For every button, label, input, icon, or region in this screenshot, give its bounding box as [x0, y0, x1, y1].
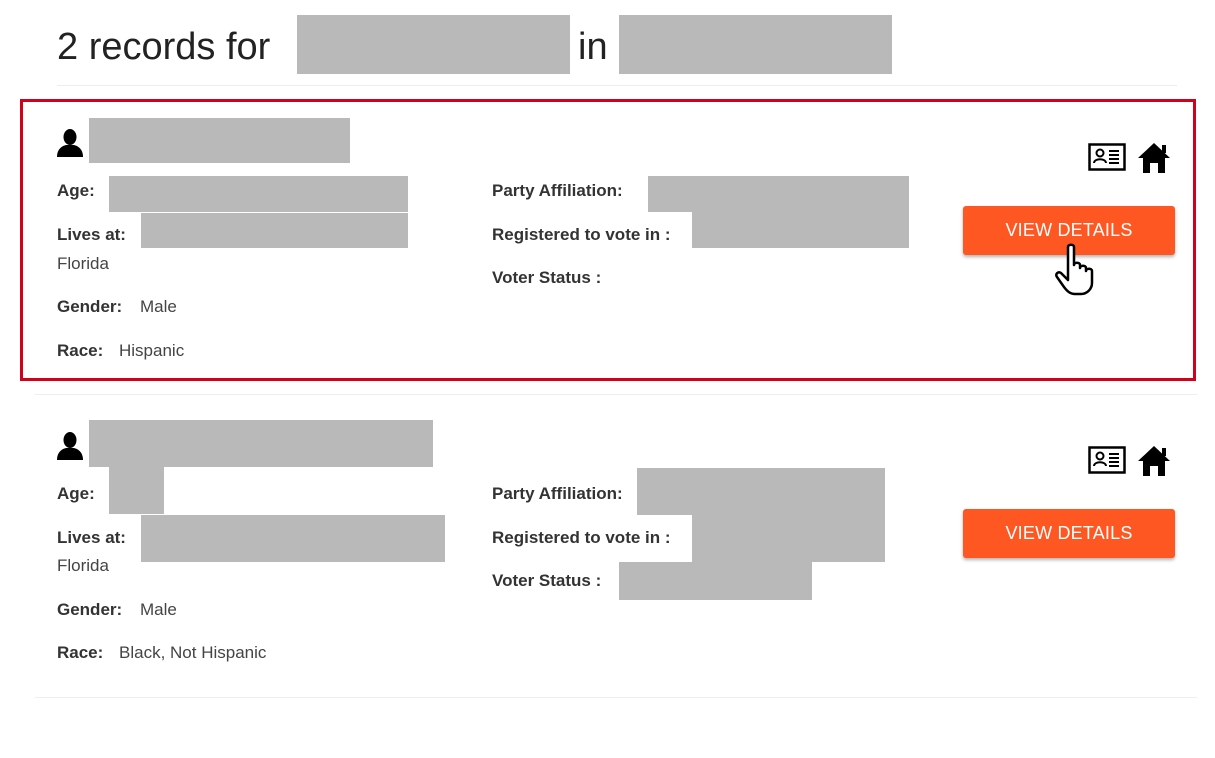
race-label: Race:	[57, 643, 104, 662]
redacted-address	[141, 515, 445, 562]
age-label: Age:	[57, 181, 95, 200]
redacted-search-location	[619, 15, 892, 74]
redacted-voter-status	[619, 562, 812, 600]
race-label: Race:	[57, 341, 104, 360]
results-heading: 2 records for	[57, 26, 271, 68]
redacted-address	[141, 213, 408, 248]
person-icon	[57, 129, 83, 157]
lives-at-label: Lives at:	[57, 528, 126, 547]
voter-status-label: Voter Status :	[492, 268, 602, 287]
gender-label: Gender:	[57, 600, 123, 619]
age-label: Age:	[57, 484, 95, 503]
redacted-search-name	[297, 15, 570, 74]
redacted-registered-location	[692, 515, 885, 562]
id-card-icon[interactable]	[1088, 143, 1126, 173]
record-divider	[35, 394, 1197, 395]
redacted-party	[637, 468, 885, 515]
gender-value: Male	[140, 600, 177, 619]
redacted-age	[109, 176, 408, 212]
registered-label: Registered to vote in :	[492, 225, 671, 244]
redacted-record-name	[89, 420, 433, 467]
record-divider	[35, 697, 1197, 698]
header-divider	[57, 85, 1177, 86]
results-heading-in: in	[578, 26, 608, 68]
race-value: Hispanic	[119, 341, 185, 360]
lives-at-label: Lives at:	[57, 225, 126, 244]
redacted-record-name	[89, 118, 350, 163]
id-card-icon[interactable]	[1088, 446, 1126, 476]
registered-label: Registered to vote in :	[492, 528, 671, 547]
home-icon[interactable]	[1137, 141, 1171, 175]
gender-label: Gender:	[57, 297, 123, 316]
hand-pointer-cursor-icon	[1055, 243, 1094, 296]
voter-status-label: Voter Status :	[492, 571, 602, 590]
address-state: Florida	[57, 254, 109, 273]
address-state: Florida	[57, 556, 109, 575]
redacted-age	[109, 467, 164, 514]
home-icon[interactable]	[1137, 444, 1171, 478]
view-details-button[interactable]: VIEW DETAILS	[963, 509, 1175, 558]
gender-value: Male	[140, 297, 177, 316]
party-affiliation-label: Party Affiliation:	[492, 181, 623, 200]
party-affiliation-label: Party Affiliation:	[492, 484, 623, 503]
redacted-registered-location	[692, 212, 909, 248]
race-value: Black, Not Hispanic	[119, 643, 267, 662]
redacted-party	[648, 176, 909, 212]
person-icon	[57, 432, 83, 460]
